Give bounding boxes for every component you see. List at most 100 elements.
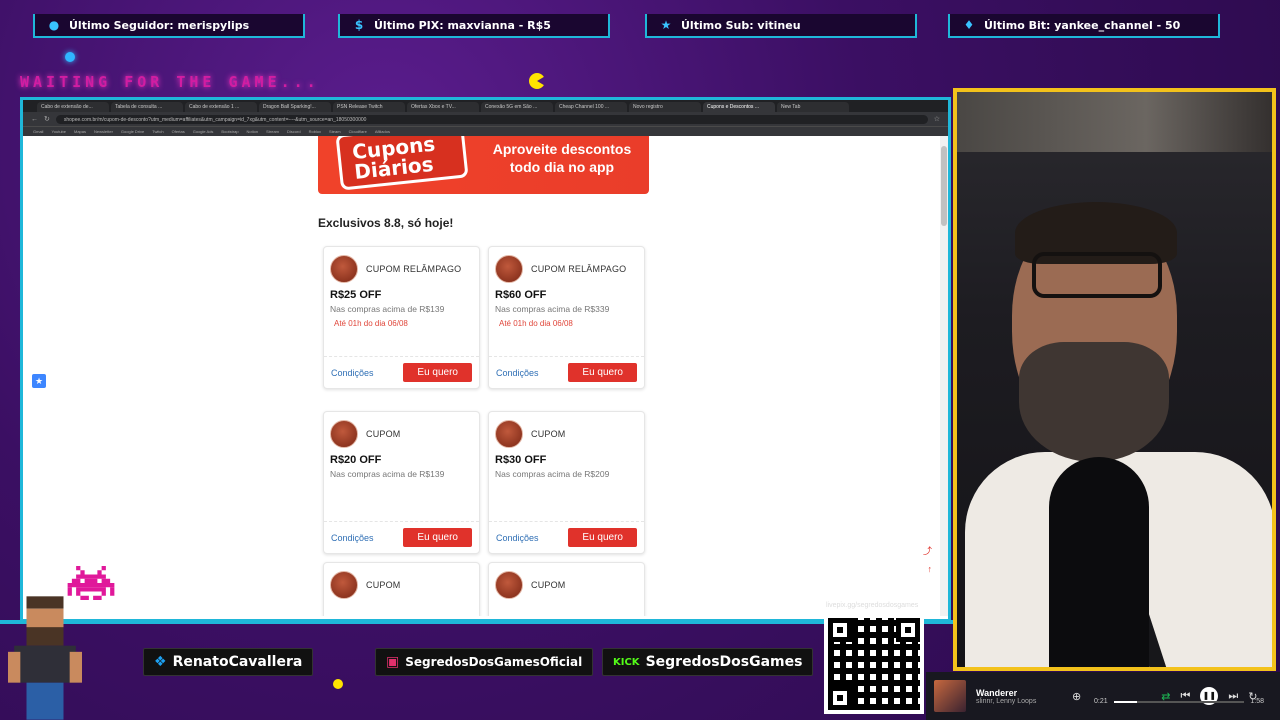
bookmark-item[interactable]: Newsletter — [94, 129, 113, 134]
bookmark-item[interactable]: Discord — [287, 129, 301, 134]
waiting-banner: WAITING FOR THE GAME... — [20, 73, 320, 91]
conditions-link[interactable]: Condições — [331, 533, 374, 543]
cam-glasses — [1032, 252, 1162, 298]
coupon-card: CUPOM RELÂMPAGO R$25 OFF Nas compras aci… — [323, 246, 480, 389]
coupon-amount: R$60 OFF — [495, 289, 547, 301]
claim-coupon-button[interactable]: Eu quero — [403, 363, 472, 382]
bookmark-item[interactable]: Google Drive — [121, 129, 144, 134]
twitter-name: RenatoCavallera — [172, 654, 303, 670]
qr-code — [824, 614, 924, 714]
add-icon[interactable]: ⊕ — [1072, 690, 1081, 703]
browser-tab-strip: Cabo de extensão de... Tabela de consult… — [23, 100, 948, 112]
claim-coupon-button[interactable]: Eu quero — [403, 528, 472, 547]
browser-tab[interactable]: Cabo de extensão 1 ... — [185, 102, 257, 112]
conditions-link[interactable]: Condições — [496, 533, 539, 543]
qr-corner — [896, 618, 920, 642]
extension-icon[interactable]: ★ — [32, 374, 46, 388]
shop-avatar — [495, 571, 523, 599]
share-icon[interactable]: ⤴ — [923, 544, 932, 557]
bookmark-item[interactable]: Steam — [329, 129, 341, 134]
browser-capture: Cabo de extensão de... Tabela de consult… — [20, 97, 951, 622]
coupon-card: CUPOM R$30 OFF Nas compras acima de R$20… — [488, 411, 645, 554]
browser-tab[interactable]: Ofertas Xbox e TV... — [407, 102, 479, 112]
browser-tab[interactable]: Tabela de consulta ... — [111, 102, 183, 112]
person-icon: ● — [48, 18, 60, 32]
conditions-link[interactable]: Condições — [496, 368, 539, 378]
browser-toolbar: ← ↻ shopee.com.br/m/cupom-de-desconto?ut… — [23, 112, 948, 126]
page-scrollbar[interactable] — [940, 136, 948, 616]
browser-tab[interactable]: Dragon Ball Sparking!... — [259, 102, 331, 112]
shop-avatar — [330, 571, 358, 599]
instagram-icon: ▣ — [386, 654, 400, 670]
browser-tab[interactable]: Conexão 5G em São ... — [481, 102, 553, 112]
coupon-deadline: Até 01h do dia 06/08 — [334, 319, 408, 328]
kick-handle: KICK SegredosDosGames — [602, 648, 814, 676]
cam-background — [957, 92, 1272, 152]
bookmark-item[interactable]: Youtube — [51, 129, 66, 134]
music-player: Wanderer slinnr, Lenny Loops ⊕ ⇄ ⏮ ❚❚ ⏭ … — [926, 672, 1280, 720]
star-icon: ★ — [660, 18, 672, 32]
pacman-icon — [529, 73, 545, 89]
bookmark-item[interactable]: Afiliados — [375, 129, 390, 134]
browser-tab[interactable]: Cheap Channel 100 ... — [555, 102, 627, 112]
qr-label: livepix.gg/segredosdosgames — [826, 602, 919, 609]
browser-tab[interactable]: Cabo de extensão de... — [37, 102, 109, 112]
bookmark-item[interactable]: Notion — [247, 129, 259, 134]
bookmark-item[interactable]: Stream — [266, 129, 279, 134]
shop-avatar — [495, 255, 523, 283]
coupon-kind: CUPOM — [531, 580, 566, 590]
alert-last-follower: ● Último Seguidor: merispylips — [33, 14, 305, 38]
bookmark-item[interactable]: Twitch — [152, 129, 163, 134]
track-progress: 0:21 1:58 — [1094, 698, 1264, 705]
qr-corner — [828, 618, 852, 642]
claim-coupon-button[interactable]: Eu quero — [568, 528, 637, 547]
back-to-top-icon[interactable]: ↑ — [928, 564, 933, 574]
track-meta: Wanderer slinnr, Lenny Loops — [976, 688, 1062, 705]
coupon-kind: CUPOM RELÂMPAGO — [531, 264, 627, 274]
coupon-condition: Nas compras acima de R$139 — [330, 469, 445, 479]
elapsed-time: 0:21 — [1094, 698, 1108, 705]
space-invader-icon — [67, 566, 115, 600]
coupon-amount: R$25 OFF — [330, 289, 382, 301]
browser-tab[interactable]: PSN Release Twitch — [333, 102, 405, 112]
coupon-kind: CUPOM — [531, 429, 566, 439]
divider — [0, 620, 953, 624]
twitter-icon: ❖ — [154, 654, 167, 670]
browser-tab[interactable]: New Tab — [777, 102, 849, 112]
alert-text: Último Seguidor: merispylips — [69, 18, 250, 32]
address-bar[interactable]: shopee.com.br/m/cupom-de-desconto?utm_me… — [55, 114, 928, 124]
conditions-link[interactable]: Condições — [331, 368, 374, 378]
claim-coupon-button[interactable]: Eu quero — [568, 363, 637, 382]
browser-tab[interactable]: Novo registro — [629, 102, 701, 112]
coupon-kind: CUPOM RELÂMPAGO — [366, 264, 462, 274]
coupon-condition: Nas compras acima de R$209 — [495, 469, 610, 479]
coupon-amount: R$30 OFF — [495, 454, 547, 466]
bookmark-item[interactable]: Google Ads — [193, 129, 214, 134]
daily-coupons-banner[interactable]: Cupons Diários Aproveite descontos todo … — [318, 136, 649, 194]
bookmark-item[interactable]: Mapas — [74, 129, 86, 134]
twitter-handle: ❖ RenatoCavallera — [143, 648, 314, 676]
banner-tagline-line: todo dia no app — [509, 159, 615, 175]
bookmark-item[interactable]: Roblox — [309, 129, 321, 134]
bookmark-item[interactable]: Cloudflare — [349, 129, 367, 134]
track-title: Wanderer — [976, 687, 1018, 698]
webcam-feed — [953, 88, 1276, 671]
bookmark-item[interactable]: Ofertas — [172, 129, 185, 134]
coupon-kind: CUPOM — [366, 429, 401, 439]
reload-icon[interactable]: ↻ — [44, 115, 50, 123]
star-bookmark-icon[interactable]: ☆ — [934, 115, 940, 123]
progress-track[interactable] — [1113, 700, 1245, 703]
scrollbar-thumb[interactable] — [941, 146, 947, 226]
bookmark-item[interactable]: Gmail — [33, 129, 43, 134]
back-icon[interactable]: ← — [31, 116, 38, 123]
instagram-name: SegredosDosGamesOficial — [405, 655, 583, 669]
cam-microphone — [1049, 457, 1149, 667]
bookmark-item[interactable]: Bootstrap — [221, 129, 238, 134]
shop-avatar — [330, 255, 358, 283]
qr-corner — [828, 686, 852, 710]
progress-fill — [1113, 700, 1138, 703]
coupon-deadline: Até 01h do dia 06/08 — [499, 319, 573, 328]
sparkle-icon — [333, 679, 343, 689]
coupon-kind: CUPOM — [366, 580, 401, 590]
browser-tab-active[interactable]: Cupons e Descontos ... — [703, 102, 775, 112]
